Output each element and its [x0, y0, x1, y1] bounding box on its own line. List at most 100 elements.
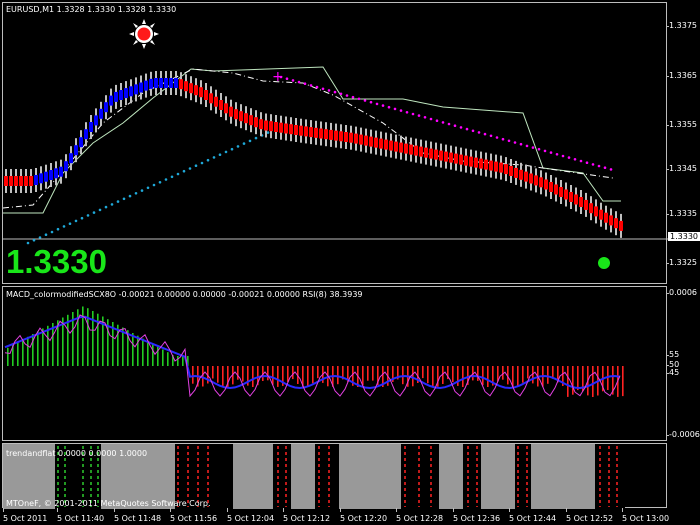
- price-bar-body: [474, 157, 478, 168]
- cyan-dot: [152, 183, 156, 187]
- macd-histogram-bar: [37, 331, 39, 366]
- macd-histogram-bar: [202, 366, 204, 387]
- price-bar-body: [414, 145, 418, 156]
- price-bar-body: [124, 88, 128, 99]
- price-bar-body: [79, 137, 83, 148]
- cyan-dot: [170, 175, 174, 179]
- price-bar-body: [614, 218, 618, 229]
- magenta-dot: [555, 153, 559, 156]
- price-bar-body: [59, 166, 63, 177]
- macd-histogram-bar: [482, 366, 484, 386]
- price-tick: 1.3375: [666, 21, 697, 30]
- price-bar-body: [354, 133, 358, 144]
- price-bar-body: [324, 129, 328, 140]
- price-bar-body: [199, 87, 203, 98]
- price-bar-body: [114, 91, 118, 102]
- magenta-dot: [603, 166, 607, 169]
- price-bar-body: [54, 168, 58, 179]
- time-tick: 5 Oct 12:12: [283, 508, 331, 523]
- price-bar-body: [104, 102, 108, 113]
- macd-histogram-bar: [252, 366, 254, 387]
- price-bar-body: [254, 117, 258, 128]
- magenta-dot: [423, 116, 427, 119]
- price-bar-body: [599, 209, 603, 220]
- price-bar-body: [574, 194, 578, 205]
- trend-pane[interactable]: trendandflat 0.0000 0.0000 1.0000 MTOneF…: [2, 443, 667, 509]
- price-bar-body: [619, 220, 623, 231]
- magenta-dot: [501, 137, 505, 141]
- price-bar-body: [209, 93, 213, 104]
- magenta-dot: [291, 79, 295, 82]
- magenta-dot: [453, 124, 457, 127]
- price-bar-body: [444, 151, 448, 162]
- macd-histogram-bar: [27, 336, 29, 366]
- price-tick: 1.3325: [666, 258, 697, 267]
- price-bar-body: [19, 176, 23, 186]
- magenta-dot: [579, 159, 583, 163]
- price-bar-body: [569, 192, 573, 202]
- cyan-dot: [194, 164, 198, 167]
- price-bar-body: [24, 176, 28, 186]
- macd-histogram-bar: [567, 366, 569, 397]
- cyan-dot: [206, 158, 210, 162]
- cyan-dot: [200, 161, 204, 165]
- price-bar-body: [384, 139, 388, 150]
- time-tick: 5 Oct 12:04: [227, 508, 275, 523]
- macd-histogram-bar: [362, 366, 364, 386]
- price-bar-body: [609, 215, 613, 226]
- macd-histogram-bar: [337, 366, 339, 385]
- cyan-dot: [104, 205, 108, 209]
- cyan-dot: [188, 167, 192, 170]
- mt4-chart-window[interactable]: + EURUSD,M1 1.3328 1.3330 1.3328 1.3330 …: [0, 0, 700, 525]
- price-bar-body: [224, 103, 228, 114]
- magenta-dot: [399, 109, 403, 112]
- cyan-dot: [38, 236, 42, 239]
- trend-segment: [569, 444, 595, 509]
- macd-pane[interactable]: MACD_colormodifiedSCX8O -0.00021 0.00000…: [2, 286, 667, 441]
- cyan-dot: [44, 233, 48, 236]
- price-bar-body: [439, 150, 443, 161]
- price-bar-body: [399, 142, 403, 153]
- magenta-dot: [315, 85, 319, 89]
- time-tick: 5 Oct 12:52: [566, 508, 614, 523]
- magenta-dot: [441, 121, 445, 124]
- price-bar-body: [374, 137, 378, 148]
- trend-segment: [401, 444, 439, 509]
- trend-segment: [463, 444, 481, 509]
- price-bar-body: [594, 206, 598, 217]
- magenta-dot: [489, 134, 493, 138]
- cyan-dot: [68, 222, 72, 225]
- price-bar-body: [134, 84, 138, 95]
- macd-histogram-bar: [132, 333, 134, 366]
- sun-icon: [129, 19, 159, 49]
- price-bar-body: [289, 124, 293, 135]
- price-bar-body: [304, 126, 308, 137]
- macd-histogram-bar: [402, 366, 404, 385]
- cyan-dot: [98, 208, 102, 212]
- macd-title: MACD_colormodifiedSCX8O -0.00021 0.00000…: [6, 290, 363, 299]
- price-bar-body: [554, 184, 558, 195]
- cyan-dot: [266, 131, 270, 134]
- magenta-dot: [375, 102, 379, 106]
- magenta-dot: [411, 112, 415, 116]
- price-bar-body: [34, 175, 38, 185]
- price-bar-body: [584, 199, 588, 210]
- price-pane[interactable]: + EURUSD,M1 1.3328 1.3330 1.3328 1.3330 …: [2, 2, 668, 284]
- time-tick: 5 Oct 13:00: [622, 508, 670, 523]
- price-bar-body: [494, 161, 498, 172]
- magenta-dot: [321, 87, 325, 91]
- cyan-dot: [218, 153, 222, 156]
- time-tick: 5 Oct 11:56: [170, 508, 218, 523]
- magenta-dot: [369, 100, 373, 104]
- price-bar-body: [334, 130, 338, 141]
- macd-histogram-bar: [477, 366, 479, 381]
- price-bar-body: [309, 127, 313, 138]
- macd-histogram-bar: [512, 366, 514, 387]
- price-bar-body: [229, 106, 233, 117]
- price-bar-body: [419, 146, 423, 157]
- price-tick: 1.3355: [666, 120, 697, 129]
- price-bar-body: [119, 90, 123, 100]
- time-axis: 5 Oct 2011 5 Oct 11:40 5 Oct 11:48 5 Oct…: [0, 508, 700, 525]
- trend-segment: [233, 444, 273, 509]
- price-bar-body: [154, 78, 158, 88]
